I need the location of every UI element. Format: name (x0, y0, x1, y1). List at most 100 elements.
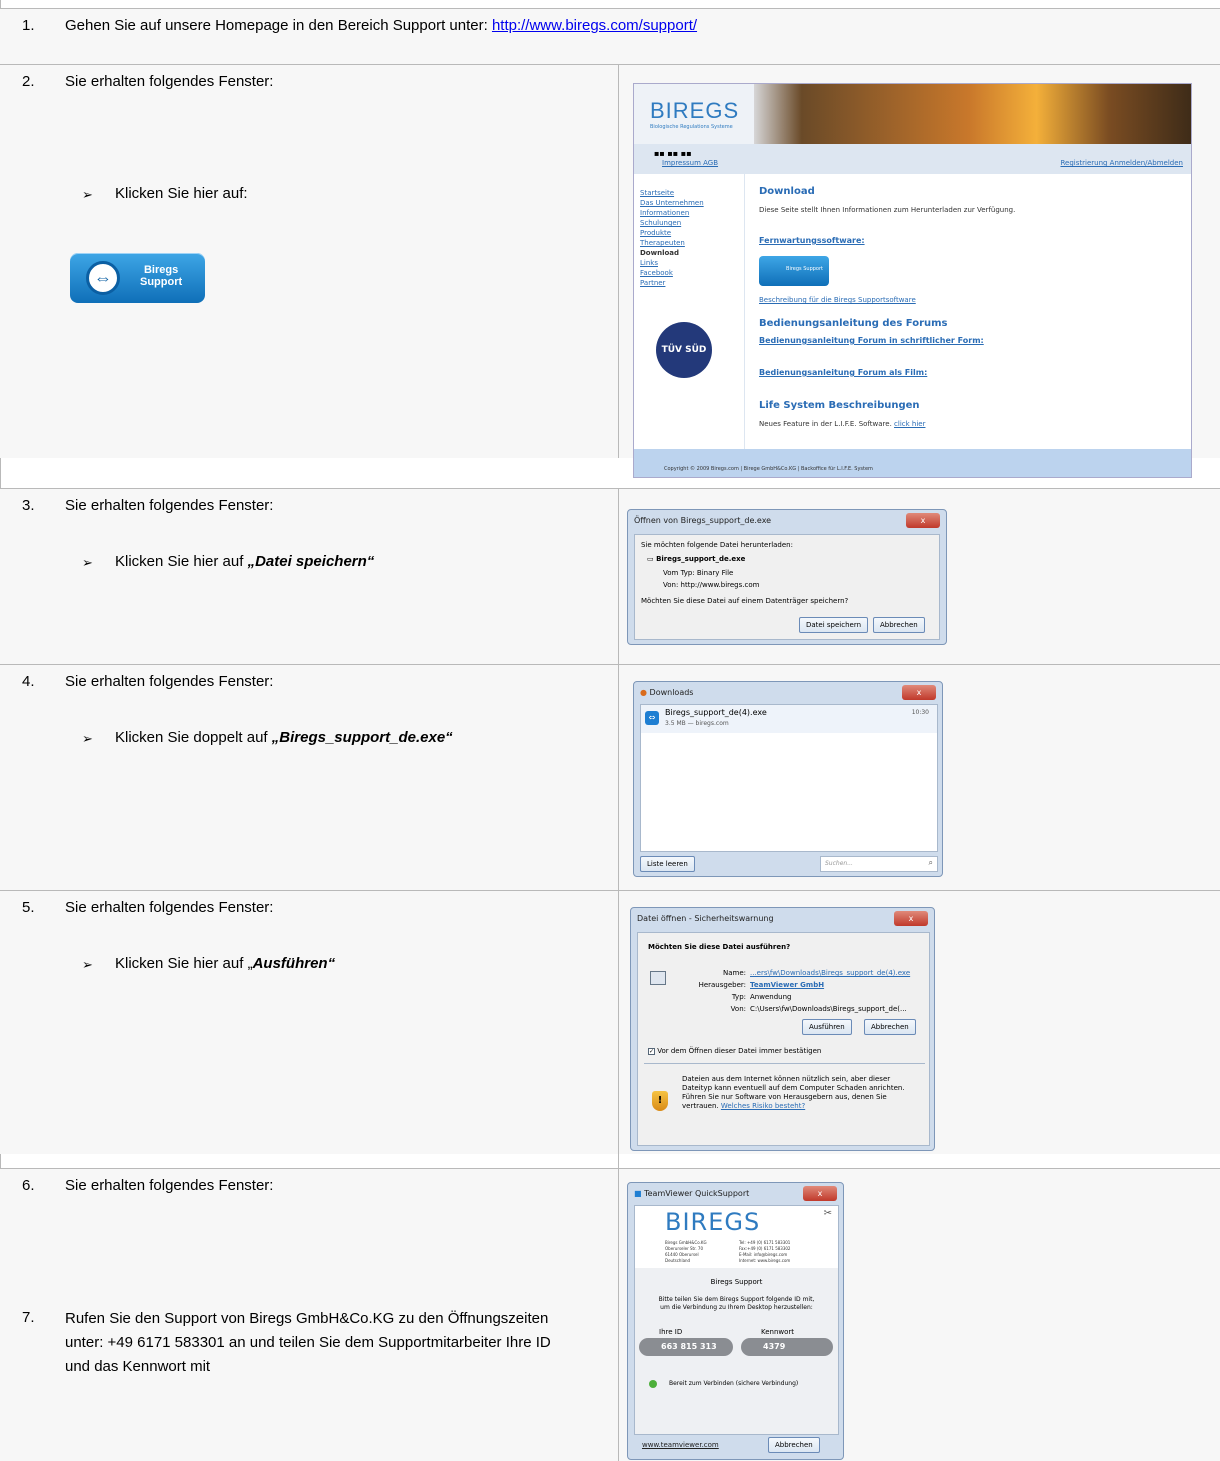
list-item[interactable]: ⇔ Biregs_support_de(4).exe 3.5 MB — bire… (641, 705, 937, 733)
forum-video-link[interactable]: Bedienungsanleitung Forum als Film: (759, 368, 927, 377)
nav-item[interactable]: Produkte (640, 228, 704, 238)
nav-item[interactable]: Schulungen (640, 218, 704, 228)
biregs-support-button[interactable]: ⇔ Biregs Support (70, 253, 205, 303)
connection-status: Bereit zum Verbinden (sichere Verbindung… (669, 1380, 799, 1387)
dialog-body: Sie möchten folgende Datei herunterladen… (634, 534, 940, 640)
window-body: BIREGS ✂ Biregs GmbH&Co.KG Oberurseler S… (634, 1205, 839, 1435)
close-icon[interactable]: x (902, 685, 936, 700)
step-text: Rufen Sie den Support von Biregs GmbH&Co… (65, 1310, 551, 1375)
site-footer: Copyright © 2009 Biregs.com | Birege Gmb… (634, 449, 1191, 477)
dialog-body: Möchten Sie diese Datei ausführen? Name:… (637, 932, 930, 1146)
bullet-icon: ➢ (82, 187, 93, 202)
website-screenshot: BIREGS Biologische Regulations Systeme ▪… (633, 83, 1192, 478)
table-row: 6. Sie erhalten folgendes Fenster: 7. Ru… (0, 1168, 1220, 1461)
bullet-emphasis: „Biregs_support_de.exe“ (271, 729, 453, 746)
bullet-text: Klicken Sie hier auf: (115, 185, 248, 202)
step-text: Sie erhalten folgendes Fenster: (65, 899, 274, 916)
step-number: 1. (22, 17, 35, 34)
cancel-button[interactable]: Abbrechen (873, 617, 925, 633)
close-icon[interactable]: x (803, 1186, 837, 1201)
step-text: Sie erhalten folgendes Fenster: (65, 1177, 274, 1194)
nav-item[interactable]: Therapeuten (640, 238, 704, 248)
search-placeholder: Suchen... (825, 860, 853, 867)
always-confirm-checkbox[interactable]: ✓ Vor dem Öffnen dieser Datei immer best… (648, 1047, 821, 1055)
cancel-button[interactable]: Abbrechen (768, 1437, 820, 1453)
step-number: 2. (22, 73, 35, 90)
flag-icons[interactable]: ▪▪ ▪▪ ▪▪ (654, 149, 692, 158)
clear-list-button[interactable]: Liste leeren (640, 856, 695, 872)
dialog-title: Öffnen von Biregs_support_de.exe x (628, 510, 946, 532)
step-number: 5. (22, 899, 35, 916)
step-1-text: Gehen Sie auf unsere Homepage in den Ber… (65, 17, 492, 34)
download-filename: Biregs_support_de(4).exe (665, 708, 767, 717)
column-divider (618, 488, 619, 1461)
run-button[interactable]: Ausführen (802, 1019, 852, 1035)
tools-icon[interactable]: ✂ (824, 1208, 832, 1219)
cancel-button[interactable]: Abbrechen (864, 1019, 916, 1035)
nav-item[interactable]: Download (640, 248, 704, 258)
bullet-prefix: Klicken Sie doppelt auf (115, 729, 272, 746)
teamviewer-window: ■ TeamViewer QuickSupport x BIREGS ✂ Bire… (627, 1182, 844, 1460)
download-list: ⇔ Biregs_support_de(4).exe 3.5 MB — bire… (640, 704, 938, 852)
logo-subtitle: Biologische Regulations Systeme (650, 124, 733, 130)
nav-item[interactable]: Startseite (640, 188, 704, 198)
support-download-button[interactable]: Biregs Support (759, 256, 829, 286)
column-divider (618, 64, 619, 458)
life-link[interactable]: click hier (894, 420, 925, 428)
search-icon: ⌕ (928, 858, 933, 867)
field-values: ...ers\fw\Downloads\Biregs_support_de(4)… (750, 967, 910, 1015)
support-title: Biregs Support (710, 1278, 763, 1286)
step-text: Sie erhalten folgendes Fenster: (65, 73, 274, 90)
window-title: ● Downloads x (634, 682, 942, 704)
publisher-label: Herausgeber: (698, 981, 746, 989)
file-source: Von: http://www.biregs.com (663, 581, 760, 589)
save-file-button[interactable]: Datei speichern (799, 617, 869, 633)
step-text: Gehen Sie auf unsere Homepage in den Ber… (65, 15, 697, 37)
save-question: Möchten Sie diese Datei auf einem Datent… (641, 597, 849, 605)
top-bar: ▪▪ ▪▪ ▪▪ Impressum AGB Registrierung Anm… (634, 144, 1191, 174)
step-text: Sie erhalten folgendes Fenster: (65, 497, 274, 514)
teamviewer-icon: ■ (634, 1189, 642, 1198)
field-labels: Name: Herausgeber: Typ: Von: (676, 967, 746, 1015)
downloads-window: ● Downloads x ⇔ Biregs_support_de(4).exe … (633, 681, 943, 877)
close-icon[interactable]: x (894, 911, 928, 926)
tuv-seal: TÜV SÜD (656, 322, 712, 378)
table-row: 5. Sie erhalten folgendes Fenster: ➢ Kli… (0, 890, 1220, 1154)
description-link[interactable]: Beschreibung für die Biregs Supportsoftw… (759, 296, 916, 304)
from-label: Von: (730, 1005, 746, 1013)
risk-link[interactable]: Welches Risiko besteht? (721, 1102, 805, 1110)
step-number: 7. (22, 1309, 35, 1326)
remote-heading[interactable]: Fernwartungssoftware: (759, 236, 865, 245)
footer-text: Copyright © 2009 Biregs.com | Birege Gmb… (664, 466, 873, 472)
nav-item[interactable]: Das Unternehmen (640, 198, 704, 208)
shield-warning-icon: ! (652, 1091, 668, 1111)
checkbox-icon: ✓ (648, 1048, 655, 1055)
nav-item[interactable]: Facebook (640, 268, 704, 278)
teamviewer-link[interactable]: www.teamviewer.com (642, 1441, 719, 1449)
name-value[interactable]: ...ers\fw\Downloads\Biregs_support_de(4)… (750, 967, 910, 979)
firefox-icon: ● (640, 688, 647, 697)
download-desc: Diese Seite stellt Ihnen Informationen z… (759, 206, 1016, 214)
teamviewer-icon: ⇔ (86, 261, 120, 295)
life-heading: Life System Beschreibungen (759, 400, 920, 411)
address-left: Biregs GmbH&Co.KG Oberurseler Str. 70 61… (665, 1240, 707, 1263)
step-number: 3. (22, 497, 35, 514)
address-right: Tel: +49 (0) 6171 583301 Fax:+49 (0) 617… (739, 1240, 791, 1263)
main-content: Download Diese Seite stellt Ihnen Inform… (744, 174, 1191, 449)
top-links[interactable]: Impressum AGB (662, 159, 718, 167)
login-links[interactable]: Registrierung Anmelden/Abmelden (1060, 159, 1183, 167)
support-link[interactable]: http://www.biregs.com/support/ (492, 17, 697, 34)
forum-written-link[interactable]: Bedienungsanleitung Forum in schriftlich… (759, 336, 984, 345)
publisher-value[interactable]: TeamViewer GmbH (750, 979, 910, 991)
dialog-question: Sie möchten folgende Datei herunterladen… (641, 541, 793, 549)
nav-item[interactable]: Partner (640, 278, 704, 288)
table-row: 3. Sie erhalten folgendes Fenster: ➢ Kli… (0, 488, 1220, 664)
id-field: 663 815 313 (639, 1338, 733, 1356)
teamviewer-icon: ⇔ (645, 711, 659, 725)
nav-item[interactable]: Links (640, 258, 704, 268)
password-field: 4379 (741, 1338, 833, 1356)
close-icon[interactable]: x (906, 513, 940, 528)
search-input[interactable]: Suchen... ⌕ (820, 856, 938, 872)
nav-item[interactable]: Informationen (640, 208, 704, 218)
security-warning-dialog: Datei öffnen - Sicherheitswarnung x Möcht… (630, 907, 935, 1151)
